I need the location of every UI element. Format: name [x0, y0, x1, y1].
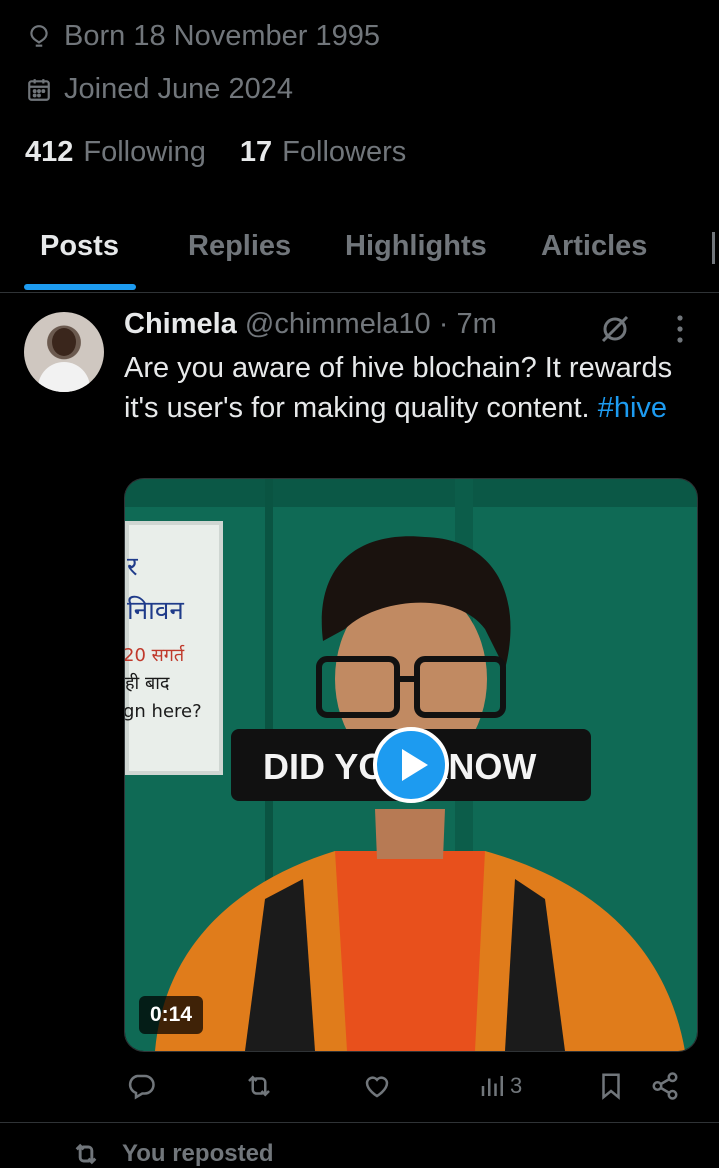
more-icon[interactable]: [668, 312, 692, 346]
views-count: 3: [510, 1073, 523, 1098]
grok-icon[interactable]: [598, 312, 632, 346]
avatar[interactable]: [24, 312, 104, 392]
share-icon: [652, 1072, 678, 1100]
following-count: 412: [25, 136, 74, 168]
post-actions: 3: [0, 1068, 719, 1108]
reply-button[interactable]: [126, 1068, 156, 1104]
reposted-banner: You reposted: [72, 1140, 274, 1168]
author-handle[interactable]: @chimmela10: [245, 308, 431, 340]
following-link[interactable]: 412 Following: [25, 136, 206, 169]
birthdate-row: Born 18 November 1995: [26, 20, 380, 53]
tab-overflow-edge: [712, 232, 715, 264]
views-button[interactable]: 3: [478, 1068, 522, 1104]
video-media[interactable]: र निावन 20 सगर्त ही बाद gn here? DID YOU…: [124, 478, 698, 1052]
post-body: Are you aware of hive blochain? It rewar…: [124, 352, 673, 424]
active-tab-indicator: [24, 284, 136, 290]
post-header: Chimela @chimmela10 · 7m: [124, 308, 497, 341]
followers-count: 17: [239, 136, 273, 168]
following-label: Following: [83, 136, 206, 168]
repost-icon: [248, 1075, 270, 1097]
tab-articles[interactable]: Articles: [541, 230, 647, 263]
sign-line-5: gn here?: [125, 701, 202, 722]
repost-icon: [75, 1143, 97, 1165]
share-button[interactable]: [650, 1068, 680, 1104]
header-separator: ·: [438, 308, 449, 340]
hashtag-link[interactable]: #hive: [598, 392, 667, 424]
play-icon[interactable]: [373, 727, 449, 803]
joined-text: Joined June 2024: [64, 73, 293, 105]
bookmark-button[interactable]: [596, 1068, 626, 1104]
like-button[interactable]: [362, 1068, 392, 1104]
joined-row: Joined June 2024: [26, 73, 293, 106]
reposted-label: You reposted: [122, 1140, 274, 1167]
followers-label: Followers: [282, 136, 407, 168]
post-divider: [0, 1122, 719, 1123]
views-icon: [481, 1076, 503, 1096]
sign-line-3: 20 सगर्त: [125, 644, 185, 666]
tab-posts[interactable]: Posts: [40, 230, 119, 263]
post-text: Are you aware of hive blochain? It rewar…: [124, 348, 684, 428]
tab-highlights[interactable]: Highlights: [345, 230, 487, 263]
followers-link[interactable]: 17 Followers: [240, 136, 406, 169]
reply-icon: [128, 1074, 155, 1100]
sign-line-4: ही बाद: [125, 672, 170, 694]
location-icon: [30, 24, 48, 47]
post-time[interactable]: 7m: [456, 308, 496, 340]
like-icon: [365, 1076, 389, 1098]
profile-tabs: Posts Replies Highlights Articles: [0, 210, 719, 293]
calendar-icon: [28, 78, 50, 101]
birthdate-text: Born 18 November 1995: [64, 20, 380, 52]
tab-replies[interactable]: Replies: [188, 230, 291, 263]
repost-button[interactable]: [244, 1068, 274, 1104]
follow-stats: 412 Following 17 Followers: [25, 136, 440, 169]
sign-line-2: निावन: [127, 595, 184, 626]
bookmark-icon: [602, 1073, 620, 1100]
sign-line-1: र: [127, 552, 139, 582]
author-name[interactable]: Chimela: [124, 308, 237, 340]
video-duration: 0:14: [139, 996, 203, 1034]
